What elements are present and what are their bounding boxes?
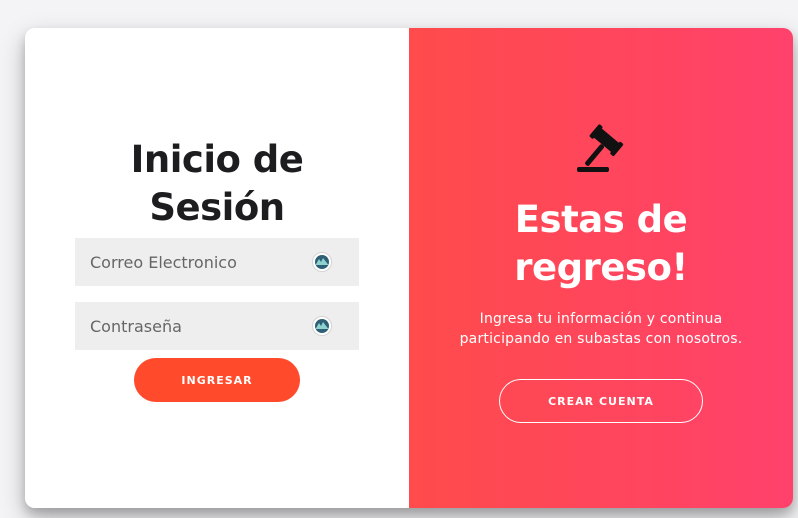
welcome-title: Estas de regreso! bbox=[409, 196, 793, 292]
vpn-shield-icon[interactable] bbox=[312, 252, 332, 272]
login-button[interactable]: INGRESAR bbox=[134, 358, 300, 402]
welcome-title-line1: Estas de bbox=[514, 198, 688, 241]
welcome-description: Ingresa tu información y continua partic… bbox=[441, 309, 761, 349]
login-title: Inicio de Sesión bbox=[25, 136, 409, 232]
welcome-description-line1: Ingresa tu información y continua bbox=[479, 311, 723, 327]
email-input[interactable] bbox=[90, 252, 300, 272]
auth-card: Inicio de Sesión INGRESAR bbox=[25, 28, 793, 508]
welcome-panel: Estas de regreso! Ingresa tu información… bbox=[409, 28, 793, 508]
welcome-description-line2: participando en subastas con nosotros. bbox=[459, 331, 743, 347]
vpn-shield-icon[interactable] bbox=[312, 316, 332, 336]
welcome-title-line2: regreso! bbox=[514, 246, 688, 289]
gavel-icon bbox=[577, 124, 624, 172]
login-title-line1: Inicio de bbox=[130, 138, 304, 181]
login-panel: Inicio de Sesión INGRESAR bbox=[25, 28, 409, 508]
password-field[interactable] bbox=[75, 302, 359, 350]
login-title-line2: Sesión bbox=[149, 186, 285, 229]
email-field[interactable] bbox=[75, 238, 359, 286]
create-account-button[interactable]: CREAR CUENTA bbox=[499, 379, 703, 423]
password-input[interactable] bbox=[90, 316, 300, 336]
